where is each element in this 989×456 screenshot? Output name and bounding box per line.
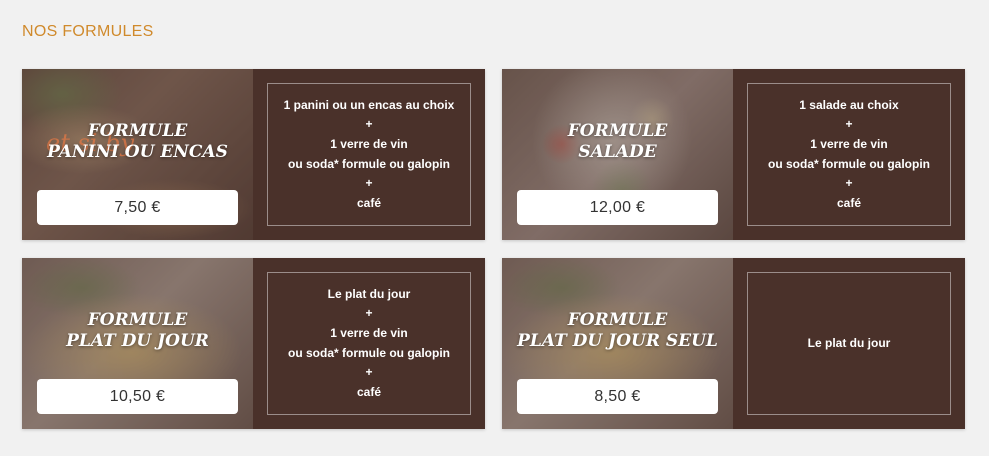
formula-name: FORMULE SALADE (502, 121, 733, 163)
formula-details: Le plat du jour + 1 verre de vin ou soda… (267, 272, 471, 415)
formula-name-line2: PLAT DU JOUR SEUL (517, 331, 718, 351)
formula-name-line2: SALADE (578, 142, 657, 162)
formula-name: FORMULE PLAT DU JOUR (22, 310, 253, 352)
formula-name-line2: PANINI OU ENCAS (47, 142, 228, 162)
price-badge: 12,00 € (517, 190, 718, 225)
formula-name-line2: PLAT DU JOUR (66, 331, 209, 351)
formula-details: 1 panini ou un encas au choix + 1 verre … (267, 83, 471, 226)
details-plus: + (365, 306, 373, 321)
formula-image: et si by FORMULE PANINI OU ENCAS 7,50 € (22, 69, 253, 240)
details-plus: + (845, 176, 853, 191)
formula-name-line1: FORMULE (567, 310, 668, 330)
formula-card-panini[interactable]: et si by FORMULE PANINI OU ENCAS 7,50 € … (22, 69, 485, 240)
price-badge: 7,50 € (37, 190, 238, 225)
formula-details: Le plat du jour (747, 272, 951, 415)
details-plus: + (365, 365, 373, 380)
details-plus: + (365, 117, 373, 132)
details-line: Le plat du jour (807, 335, 891, 350)
details-line: 1 verre de vin (810, 136, 888, 151)
details-line: café (356, 384, 382, 399)
details-line: 1 salade au choix (799, 97, 899, 112)
details-line: 1 verre de vin (330, 136, 408, 151)
formula-card-salade[interactable]: FORMULE SALADE 12,00 € 1 salade au choix… (502, 69, 965, 240)
formula-name: FORMULE PLAT DU JOUR SEUL (502, 310, 733, 352)
details-line: 1 panini ou un encas au choix (283, 97, 455, 112)
formula-name-line1: FORMULE (87, 310, 188, 330)
price-badge: 10,50 € (37, 379, 238, 414)
formula-name-line1: FORMULE (567, 121, 668, 141)
section-title: NOS FORMULES (22, 23, 154, 40)
formula-name: FORMULE PANINI OU ENCAS (22, 121, 253, 163)
details-plus: + (845, 117, 853, 132)
details-line: Le plat du jour (327, 286, 411, 301)
details-line: ou soda* formule ou galopin (768, 156, 930, 171)
formula-details: 1 salade au choix + 1 verre de vin ou so… (747, 83, 951, 226)
details-line: 1 verre de vin (330, 325, 408, 340)
details-plus: + (365, 176, 373, 191)
formula-card-plat-du-jour-seul[interactable]: FORMULE PLAT DU JOUR SEUL 8,50 € Le plat… (502, 258, 965, 429)
formula-image: FORMULE SALADE 12,00 € (502, 69, 733, 240)
details-line: ou soda* formule ou galopin (288, 345, 450, 360)
formula-name-line1: FORMULE (87, 121, 188, 141)
formula-card-plat-du-jour[interactable]: FORMULE PLAT DU JOUR 10,50 € Le plat du … (22, 258, 485, 429)
formula-image: FORMULE PLAT DU JOUR SEUL 8,50 € (502, 258, 733, 429)
details-line: café (836, 195, 862, 210)
formula-image: FORMULE PLAT DU JOUR 10,50 € (22, 258, 253, 429)
details-line: café (356, 195, 382, 210)
details-line: ou soda* formule ou galopin (288, 156, 450, 171)
price-badge: 8,50 € (517, 379, 718, 414)
